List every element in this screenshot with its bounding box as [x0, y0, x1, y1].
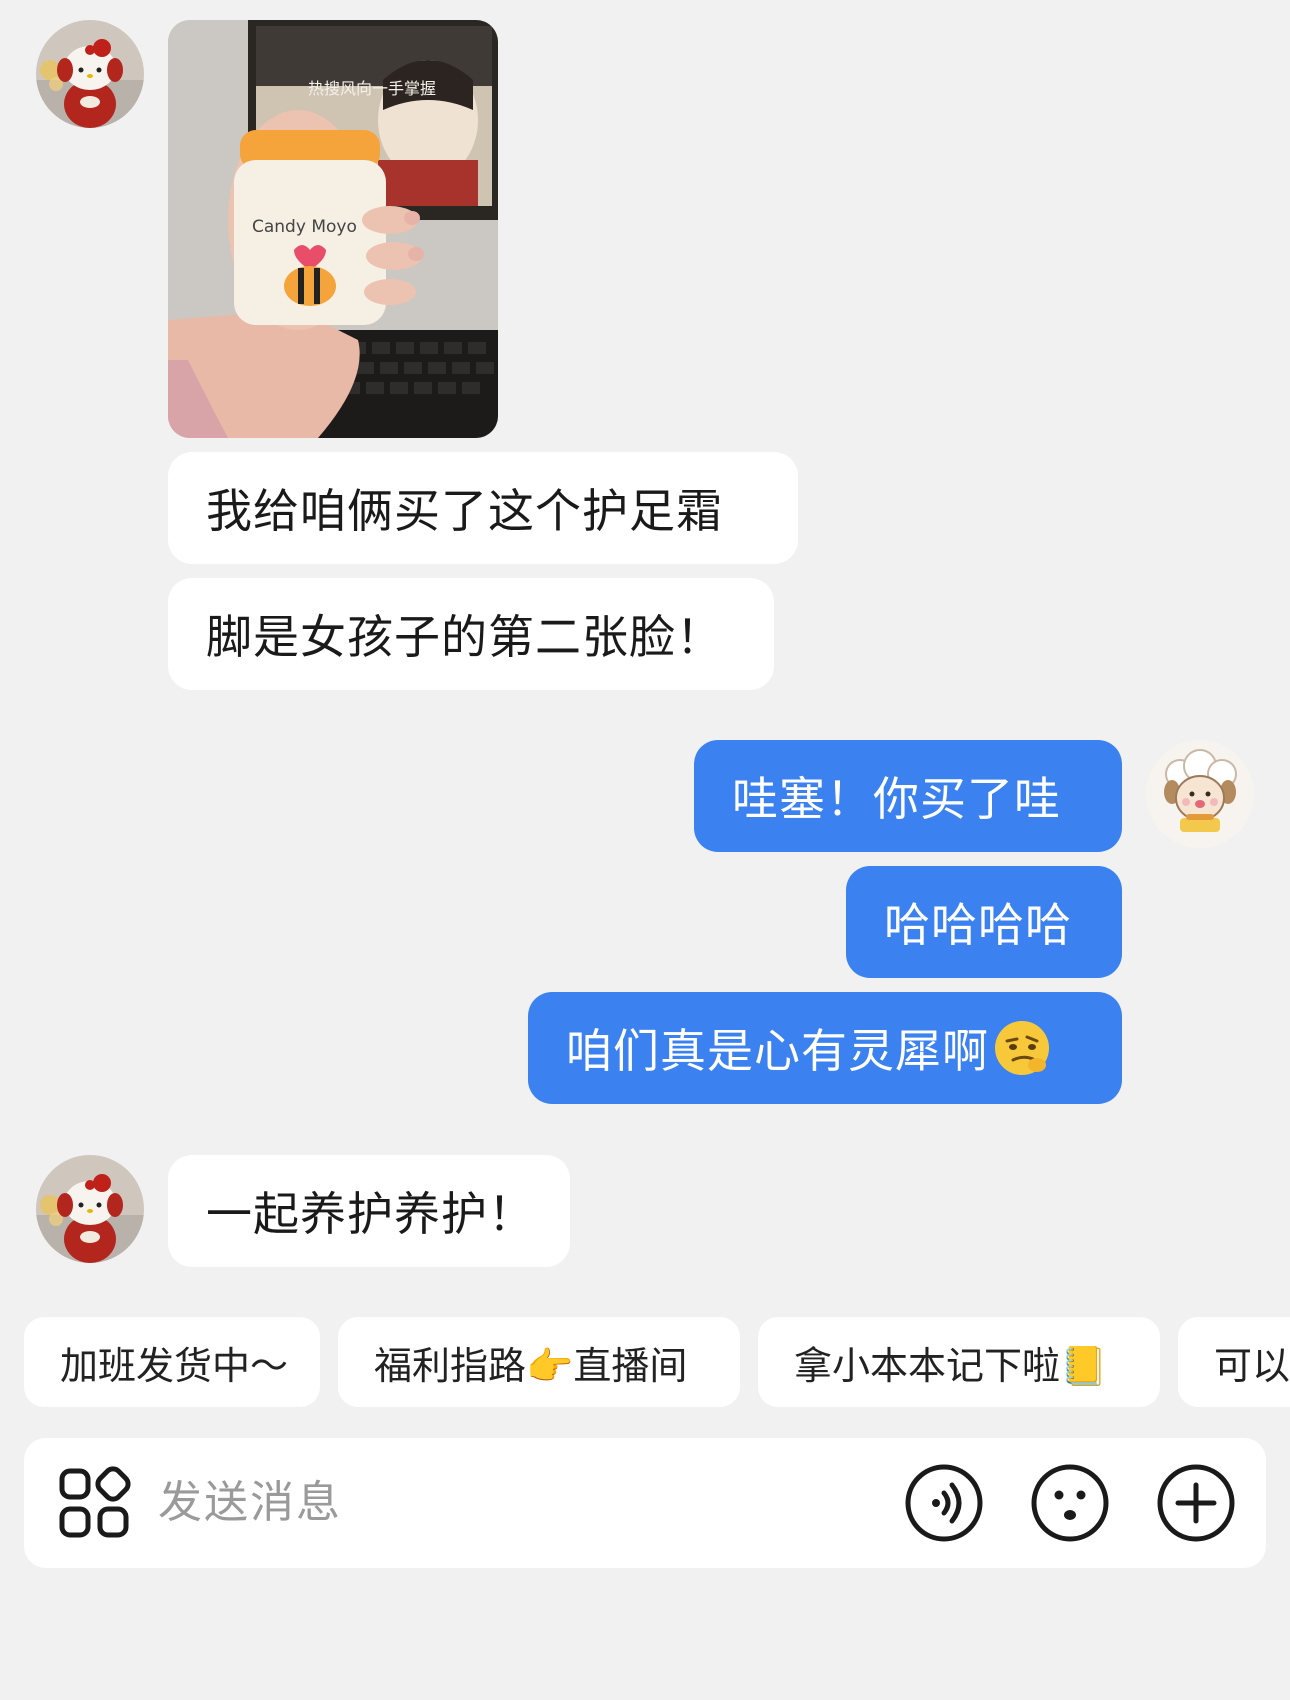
cartoon-sheep-avatar-icon: [1146, 740, 1254, 848]
smirk-emoji-icon: [993, 1019, 1051, 1077]
hello-kitty-avatar-icon: [36, 1155, 144, 1263]
quick-reply-chip[interactable]: 可以: [1178, 1317, 1290, 1407]
sender-avatar[interactable]: [36, 1155, 144, 1263]
chip-label: 拿小本本记下啦📒: [794, 1343, 1108, 1388]
sender-avatar[interactable]: [36, 20, 144, 128]
outgoing-message[interactable]: 哈哈哈哈: [846, 866, 1122, 978]
message-text: 脚是女孩子的第二张脸！: [206, 610, 723, 664]
product-photo-icon: 热搜风向一手掌握 Candy Moyo: [168, 20, 498, 438]
my-avatar[interactable]: [1146, 740, 1254, 848]
incoming-message[interactable]: 我给咱俩买了这个护足霜: [168, 452, 798, 564]
message-text: 哇塞！你买了哇: [732, 772, 1061, 826]
hello-kitty-avatar-icon: [36, 20, 144, 128]
message-text: 哈哈哈哈: [884, 898, 1072, 952]
voice-icon[interactable]: [904, 1463, 984, 1543]
quick-reply-chip[interactable]: 福利指路👉直播间: [338, 1317, 740, 1407]
quick-reply-chip[interactable]: 拿小本本记下啦📒: [758, 1317, 1160, 1407]
message-input[interactable]: 发送消息: [158, 1438, 342, 1568]
message-text: 咱们真是心有灵犀啊: [566, 1024, 989, 1078]
photo-message[interactable]: 热搜风向一手掌握 Candy Moyo: [168, 20, 498, 438]
outgoing-message[interactable]: 哇塞！你买了哇: [694, 740, 1122, 852]
quick-reply-chip[interactable]: 加班发货中～: [24, 1317, 320, 1407]
chip-label: 可以: [1214, 1343, 1290, 1388]
chip-label: 加班发货中～: [60, 1343, 289, 1388]
message-text: 一起养护养护！: [206, 1187, 535, 1241]
incoming-message[interactable]: 一起养护养护！: [168, 1155, 570, 1267]
message-input-bar: 发送消息: [24, 1438, 1266, 1568]
apps-grid-icon[interactable]: [54, 1463, 134, 1543]
chip-label: 福利指路👉直播间: [374, 1343, 688, 1388]
photo-screen-text: 热搜风向一手掌握: [308, 79, 436, 98]
message-text: 我给咱俩买了这个护足霜: [206, 484, 723, 538]
emoji-icon[interactable]: [1030, 1463, 1110, 1543]
incoming-message[interactable]: 脚是女孩子的第二张脸！: [168, 578, 774, 690]
photo-jar-label: Candy Moyo: [252, 217, 357, 237]
plus-icon[interactable]: [1156, 1463, 1236, 1543]
outgoing-message[interactable]: 咱们真是心有灵犀啊: [528, 992, 1122, 1104]
